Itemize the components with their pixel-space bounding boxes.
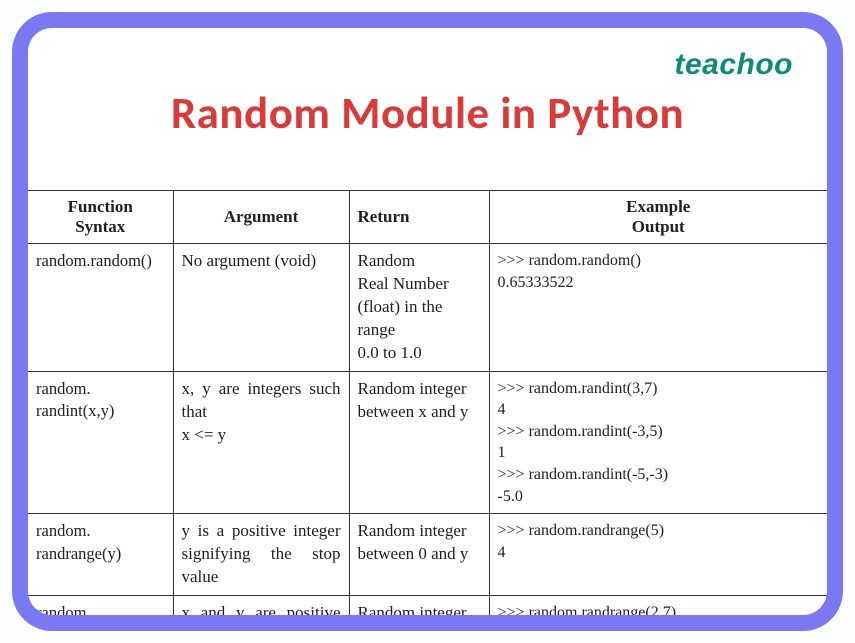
brand-logo: teachoo [674,48,793,82]
header-function-syntax: Function Syntax [28,191,173,244]
cell-syntax: random. randrange(x,y) [28,596,173,631]
cell-example: >>> random.random() 0.65333522 [489,244,827,372]
cell-syntax: random. randint(x,y) [28,371,173,514]
cell-syntax: random.random() [28,244,173,372]
cell-example: >>> random.randrange(5) 4 [489,514,827,596]
header-argument: Argument [173,191,349,244]
table-row: random.random() No argument (void) Rando… [28,244,827,372]
cell-syntax: random. randrange(y) [28,514,173,596]
cell-example: >>> random.randrange(2,7) 2 [489,596,827,631]
header-return: Return [349,191,489,244]
cell-argument: x, y are integers such that x <= y [173,371,349,514]
document-title: Random Module in Python [28,86,827,141]
cell-argument: x and y are positive integers signifying… [173,596,349,631]
cell-return: Random Real Number (float) in the range … [349,244,489,372]
reference-table: Function Syntax Argument Return Example … [28,190,827,631]
table-row: random. randint(x,y) x, y are integers s… [28,371,827,514]
cell-argument: y is a positive integer signifying the s… [173,514,349,596]
cell-example: >>> random.randint(3,7) 4 >>> random.ran… [489,371,827,514]
cell-argument: No argument (void) [173,244,349,372]
table-header-row: Function Syntax Argument Return Example … [28,191,827,244]
cell-return: Random integer between x and y [349,596,489,631]
table-row: random. randrange(x,y) x and y are posit… [28,596,827,631]
document-frame: teachoo Random Module in Python Function… [12,12,843,631]
cell-return: Random integer between x and y [349,371,489,514]
table-row: random. randrange(y) y is a positive int… [28,514,827,596]
cell-return: Random integer between 0 and y [349,514,489,596]
header-example-output: Example Output [489,191,827,244]
